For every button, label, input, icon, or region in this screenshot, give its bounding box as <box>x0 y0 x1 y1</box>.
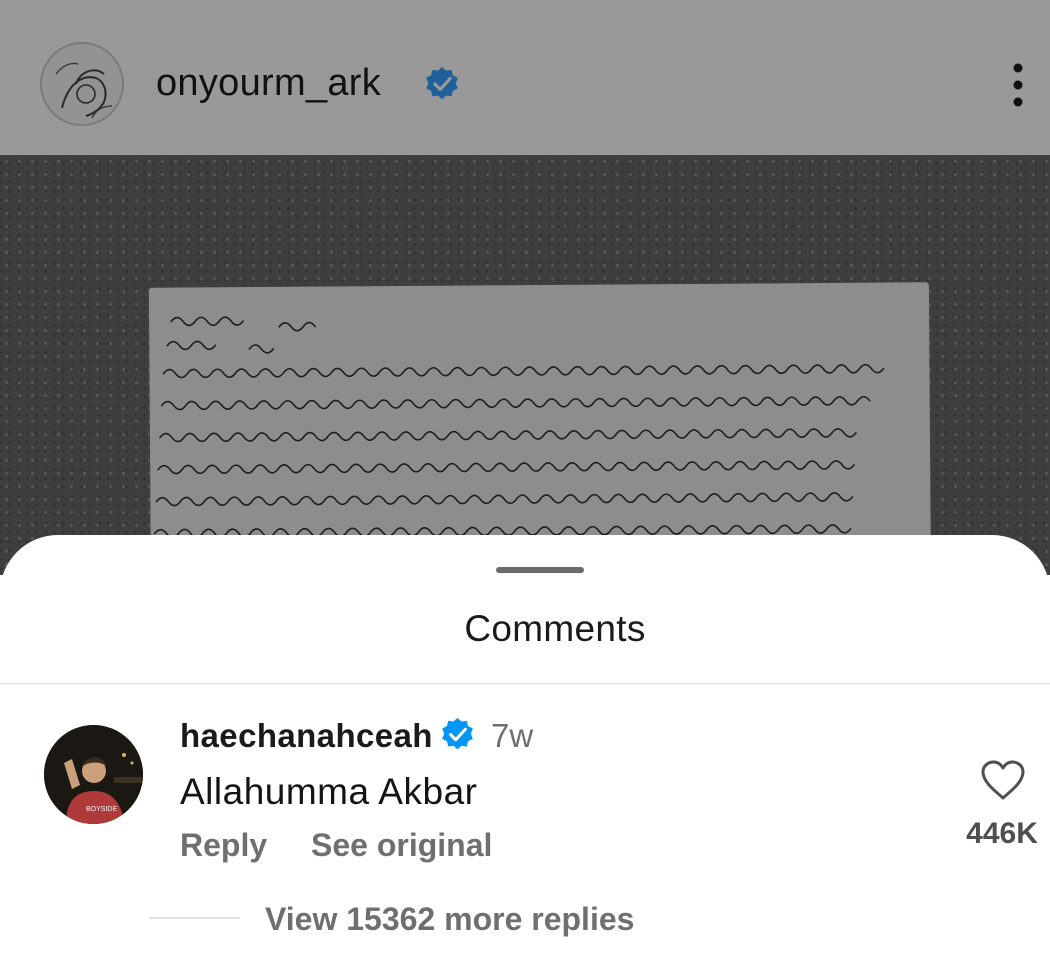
commenter-avatar[interactable]: BOYSIDE <box>44 725 143 824</box>
reply-button[interactable]: Reply <box>180 827 267 864</box>
person-photo-icon: BOYSIDE <box>44 725 143 824</box>
verified-badge-icon <box>426 66 458 100</box>
like-count: 446K <box>966 817 1038 850</box>
handwritten-letter <box>148 282 932 575</box>
heart-icon[interactable] <box>980 759 1026 801</box>
sheet-drag-handle[interactable] <box>496 567 584 573</box>
post-image[interactable] <box>0 155 1050 575</box>
comment-text: Allahumma Akbar <box>180 771 478 812</box>
post-username[interactable]: onyourm_ark <box>156 62 381 105</box>
view-replies-button[interactable]: View 15362 more replies <box>265 901 634 938</box>
comments-sheet: Comments BOYSIDE haechanahceah 7w Allahu… <box>0 535 1050 972</box>
commenter-username[interactable]: haechanahceah <box>180 717 433 755</box>
sheet-title: Comments <box>464 608 646 649</box>
more-options-icon[interactable] <box>1006 60 1030 110</box>
comment-timestamp: 7w <box>491 717 534 754</box>
post-header: onyourm_ark <box>0 0 1050 155</box>
replies-line <box>149 917 240 919</box>
divider <box>0 683 1050 684</box>
see-original-button[interactable]: See original <box>311 827 492 864</box>
sketch-avatar-icon <box>42 44 122 124</box>
svg-text:BOYSIDE: BOYSIDE <box>86 806 117 813</box>
handwriting-scribble <box>153 316 885 539</box>
verified-badge-icon <box>442 717 473 750</box>
post-author-avatar[interactable] <box>40 42 124 126</box>
